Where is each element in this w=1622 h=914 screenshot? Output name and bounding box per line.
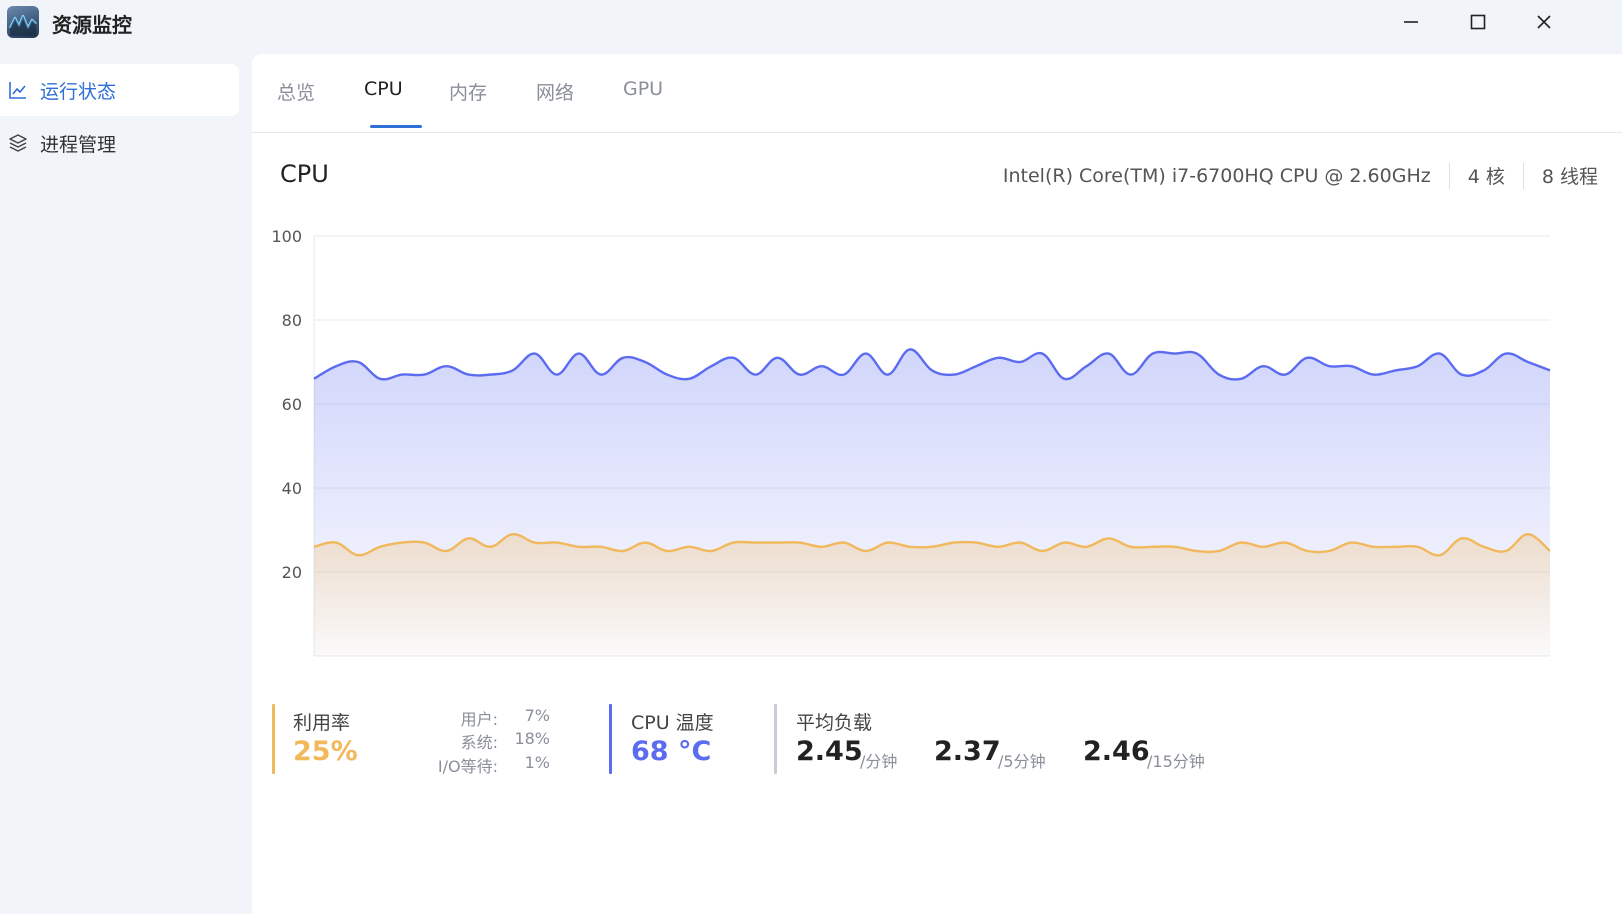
y-tick-label: 80 (282, 311, 302, 330)
tab-overview[interactable]: 总览 (277, 78, 315, 132)
sidebar-item-label: 进程管理 (40, 133, 117, 156)
app-title: 资源监控 (52, 13, 132, 37)
iowait-value: 1% (524, 753, 550, 772)
system-label: 系统: (460, 733, 498, 752)
temp-accent-bar (609, 704, 612, 774)
close-button[interactable] (1527, 8, 1561, 36)
load-15min-unit: /15分钟 (1147, 752, 1205, 771)
divider (1522, 162, 1524, 189)
y-tick-label: 100 (271, 227, 302, 246)
cpu-usage-chart: 100 80 60 40 20 (271, 227, 1551, 657)
minimize-button[interactable] (1394, 8, 1428, 36)
tab-bar: 总览 CPU 内存 网络 GPU (252, 54, 1622, 133)
cpu-cores: 4 核 (1467, 166, 1505, 188)
cpu-threads: 8 线程 (1541, 166, 1598, 188)
load-1min-value: 2.45 (796, 736, 863, 767)
sidebar-item-status[interactable]: 运行状态 (0, 64, 239, 116)
line-chart-icon (9, 82, 26, 99)
maximize-icon (1470, 14, 1486, 30)
minimize-icon (1404, 21, 1418, 23)
layers-icon (9, 134, 27, 152)
usage-accent-bar (272, 704, 275, 774)
divider (1448, 162, 1450, 189)
load-accent-bar (774, 704, 777, 774)
tab-gpu[interactable]: GPU (623, 78, 663, 132)
load-5min-value: 2.37 (934, 736, 1001, 767)
main-panel: 总览 CPU 内存 网络 GPU CPU Intel(R) Core(TM) i… (252, 54, 1622, 914)
close-icon (1537, 15, 1551, 29)
sidebar-item-label: 运行状态 (40, 80, 117, 103)
sidebar-item-processes[interactable]: 进程管理 (0, 117, 239, 169)
load-label: 平均负载 (796, 712, 873, 734)
temp-value: 68 °C (631, 736, 712, 767)
temp-label: CPU 温度 (631, 712, 714, 734)
system-value: 18% (514, 729, 550, 748)
y-tick-label: 20 (282, 563, 302, 582)
title-bar: 资源监控 (0, 0, 1622, 44)
active-tab-indicator (370, 125, 422, 128)
load-5min-unit: /5分钟 (998, 752, 1046, 771)
y-tick-label: 40 (282, 479, 302, 498)
iowait-label: I/O等待: (437, 757, 498, 776)
maximize-button[interactable] (1461, 8, 1495, 36)
user-label: 用户: (460, 710, 498, 729)
sidebar: 运行状态 进程管理 (0, 54, 243, 914)
tab-network[interactable]: 网络 (536, 78, 574, 132)
stats-row: 利用率 25% 用户: 7% 系统: 18% I/O等待: 1% CPU 温度 … (272, 702, 1620, 776)
tab-memory[interactable]: 内存 (449, 78, 487, 132)
usage-label: 利用率 (293, 712, 351, 734)
cpu-model: Intel(R) Core(TM) i7-6700HQ CPU @ 2.60GH… (1002, 164, 1431, 187)
series-area-orange (314, 534, 1550, 656)
load-1min-unit: /分钟 (860, 752, 898, 771)
cpu-info: Intel(R) Core(TM) i7-6700HQ CPU @ 2.60GH… (1003, 162, 1598, 189)
page-title: CPU (280, 160, 329, 188)
load-15min-value: 2.46 (1083, 736, 1150, 767)
y-tick-label: 60 (282, 395, 302, 414)
tab-cpu[interactable]: CPU (364, 78, 403, 132)
app-logo-icon (7, 6, 39, 38)
usage-value: 25% (293, 736, 358, 767)
user-value: 7% (524, 706, 550, 725)
